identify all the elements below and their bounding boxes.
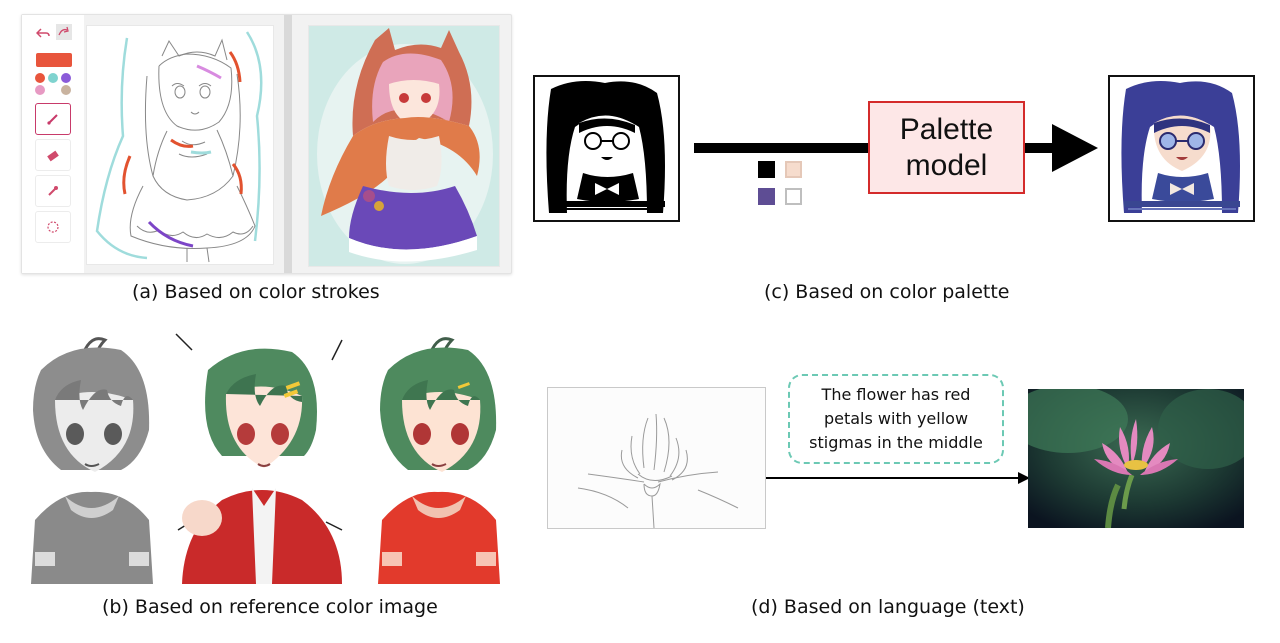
eraser-icon [47,150,59,162]
text-prompt-line-1: The flower has red [821,385,971,404]
palette-swatch-purple [758,188,775,205]
text-prompt-line-3: stigmas in the middle [809,433,983,452]
color-swatch-teal[interactable] [48,73,58,83]
color-swatch-tan[interactable] [61,85,71,95]
colored-anime-girl-with-glasses [1110,77,1253,220]
caption-b: (b) Based on reference color image [102,596,438,618]
colorized-output-boy [368,330,508,584]
palette-input-sketch [533,75,680,222]
flower-colorized [1028,389,1244,528]
undo-icon[interactable] [35,25,50,39]
text-flow-arrow-shaft [766,477,1020,479]
eyedropper-icon [48,186,58,196]
color-swatch-purple[interactable] [61,73,71,83]
bw-anime-girl-with-glasses [535,77,678,220]
canvas-divider [284,15,292,273]
palette-flow-arrow-shaft [694,143,870,153]
brush-icon [47,114,58,125]
palette-flow-arrow-shaft-2 [1025,143,1055,153]
palette-swatch-black [758,161,775,178]
colorized-result [308,25,500,267]
eraser-tool-button[interactable] [35,139,71,171]
flower-sketch [547,387,766,529]
flower-line-sketch [548,388,765,529]
palette-flow-arrowhead [1052,124,1098,172]
palette-model-label-1: Palette [899,112,994,146]
sketch-canvas[interactable] [86,25,274,265]
grayscale-sketch-boy [21,330,161,584]
brush-tool-button[interactable] [35,103,71,135]
active-color-swatch[interactable] [36,53,72,67]
palette-swatch-white [785,188,802,205]
color-swatch-red[interactable] [35,73,45,83]
eyedropper-tool-button[interactable] [35,175,71,207]
palette-swatch-peach [785,161,802,178]
text-prompt-line-2: petals with yellow [823,409,969,428]
stroke-app-window [21,14,512,274]
pink-lotus-photo [1028,389,1244,528]
palette-model-label-2: model [905,148,988,182]
palette-model-box: Palette model [868,101,1025,194]
palette-output-colored [1108,75,1255,222]
caption-a: (a) Based on color strokes [132,281,380,303]
lasso-icon [47,221,59,233]
redo-icon[interactable] [56,24,72,40]
app-toolbar [22,15,84,273]
lasso-tool-button[interactable] [35,211,71,243]
caption-d: (d) Based on language (text) [751,596,1025,618]
caption-c: (c) Based on color palette [764,281,1010,303]
reference-color-girl [172,330,348,584]
lineart-sketch-with-strokes [95,31,263,263]
text-prompt-bubble: The flower has red petals with yellow st… [788,374,1004,464]
colorized-anime-girl [309,26,499,266]
color-swatch-pink[interactable] [35,85,45,95]
